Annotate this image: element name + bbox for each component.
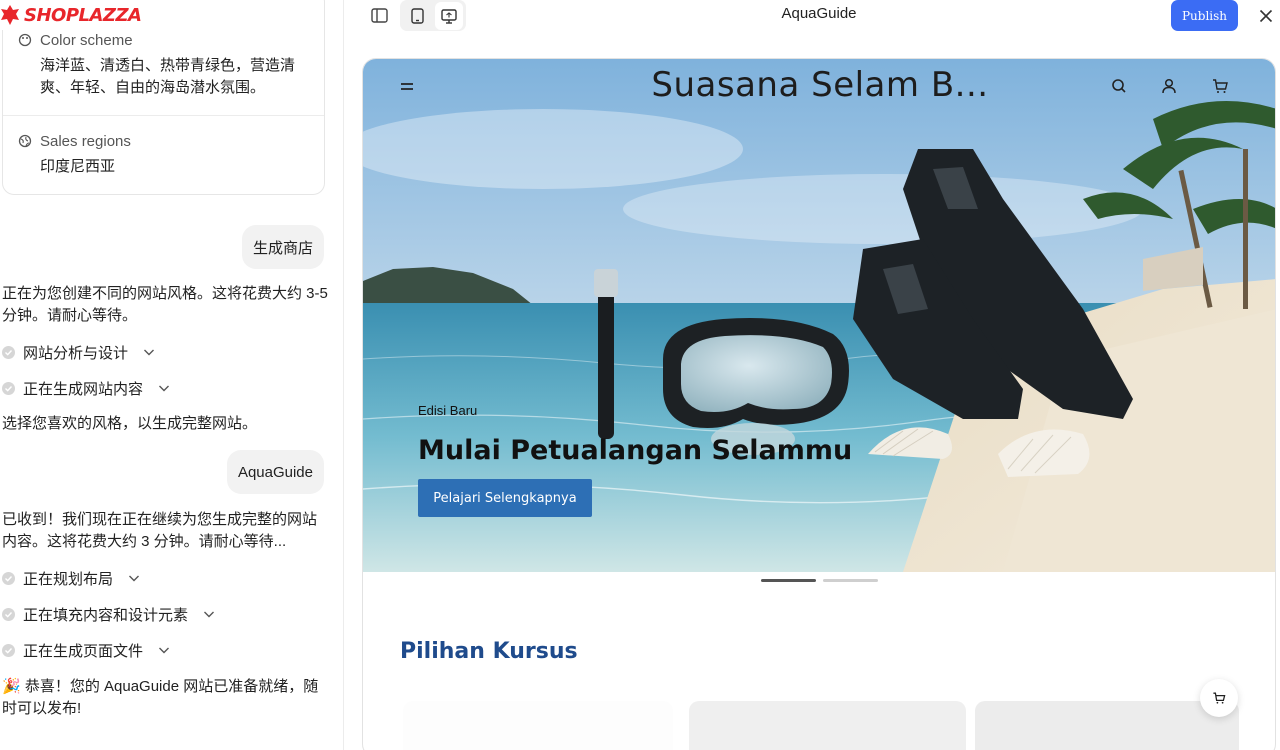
app-root: SHOPLAZZA Color scheme 海洋蓝、清透白、热带青绿色，营造清…: [0, 0, 1280, 750]
bot-message-choose-style: 选择您喜欢的风格，以生成完整网站。: [2, 415, 258, 432]
editor-topbar: AquaGuide Publish: [344, 0, 1280, 32]
desktop-view-icon: [441, 8, 457, 24]
step-generate-content[interactable]: 正在生成网站内容: [2, 377, 171, 399]
bot-message-received: 已收到！我们现在正在继续为您生成完整的网站内容。这将花费大约 3 分钟。请耐心等…: [2, 511, 318, 550]
search-icon[interactable]: [1109, 76, 1129, 96]
hero-subtitle: Edisi Baru: [418, 403, 478, 418]
chevron-down-icon[interactable]: [142, 345, 156, 359]
mobile-view-icon: [410, 8, 424, 24]
color-scheme-label: Color scheme: [40, 31, 133, 49]
carousel-indicators: [761, 579, 881, 583]
mobile-view-button[interactable]: [403, 2, 431, 30]
check-icon: [2, 571, 15, 585]
step-filling-content[interactable]: 正在填充内容和设计元素: [2, 603, 216, 625]
check-icon: [2, 643, 15, 657]
sidebar-toggle-icon: [370, 7, 388, 23]
section-title-courses: Pilihan Kursus: [400, 639, 578, 664]
step-site-analysis[interactable]: 网站分析与设计: [2, 341, 156, 363]
user-message-generate-store: 生成商店: [241, 225, 324, 269]
palette-icon: [18, 33, 32, 47]
chevron-down-icon[interactable]: [127, 571, 141, 585]
chevron-down-icon[interactable]: [202, 607, 216, 621]
check-icon: [2, 607, 15, 621]
shoplazza-logo-icon: [1, 5, 19, 25]
chat-panel: SHOPLAZZA Color scheme 海洋蓝、清透白、热带青绿色，营造清…: [0, 0, 344, 750]
floating-cart-button[interactable]: [1200, 679, 1238, 717]
store-title[interactable]: Suasana Selam B...: [363, 65, 1275, 105]
sales-regions-heading: Sales regions: [3, 130, 324, 152]
store-preview: Suasana Selam B... Edisi Baru Mulai Petu…: [362, 58, 1276, 750]
device-toggle: [400, 0, 466, 31]
bot-message-ready: 🎉 恭喜！您的 AquaGuide 网站已准备就绪，随时可以发布!: [2, 678, 319, 717]
sidebar-toggle-button[interactable]: [365, 1, 393, 29]
step-label: 正在生成网站内容: [23, 380, 144, 398]
close-icon: [1259, 9, 1273, 23]
course-card[interactable]: [403, 701, 673, 750]
card-divider: [3, 115, 324, 116]
close-button[interactable]: [1253, 3, 1279, 29]
sales-regions-text: 印度尼西亚: [40, 158, 116, 175]
hero-banner[interactable]: Suasana Selam B... Edisi Baru Mulai Petu…: [363, 59, 1275, 572]
carousel-dot[interactable]: [823, 579, 878, 582]
account-icon[interactable]: [1159, 76, 1179, 96]
brand-name: SHOPLAZZA: [24, 4, 142, 26]
brand: SHOPLAZZA: [0, 0, 146, 30]
desktop-view-button[interactable]: [435, 2, 463, 30]
course-card[interactable]: [689, 701, 966, 750]
learn-more-button[interactable]: Pelajari Selengkapnya: [418, 479, 592, 517]
editor-title: AquaGuide: [781, 5, 857, 22]
step-label: 正在填充内容和设计元素: [23, 606, 189, 624]
check-icon: [2, 381, 15, 395]
step-label: 正在生成页面文件: [23, 642, 144, 660]
globe-icon: [18, 134, 32, 148]
chevron-down-icon[interactable]: [157, 381, 171, 395]
color-scheme-heading: Color scheme: [3, 29, 324, 51]
store-header: Suasana Selam B...: [363, 59, 1275, 115]
check-icon: [2, 345, 15, 359]
publish-button[interactable]: Publish: [1171, 0, 1238, 31]
carousel-dot-active[interactable]: [761, 579, 816, 582]
step-label: 网站分析与设计: [23, 344, 129, 362]
course-card[interactable]: [975, 701, 1239, 750]
step-label: 正在规划布局: [23, 570, 114, 588]
bot-message-creating-styles: 正在为您创建不同的网站风格。这将花费大约 3-5 分钟。请耐心等待。: [2, 285, 328, 324]
color-scheme-text: 海洋蓝、清透白、热带青绿色，营造清爽、年轻、自由的海岛潜水氛围。: [40, 57, 296, 96]
hero-title: Mulai Petualangan Selammu: [418, 435, 853, 466]
chevron-down-icon[interactable]: [157, 643, 171, 657]
cart-icon: [1213, 692, 1226, 704]
step-generating-files[interactable]: 正在生成页面文件: [2, 639, 171, 661]
user-message-aquaguide: AquaGuide: [226, 450, 324, 494]
step-planning-layout[interactable]: 正在规划布局: [2, 567, 141, 589]
sales-regions-label: Sales regions: [40, 132, 131, 150]
cart-icon[interactable]: [1210, 76, 1230, 96]
